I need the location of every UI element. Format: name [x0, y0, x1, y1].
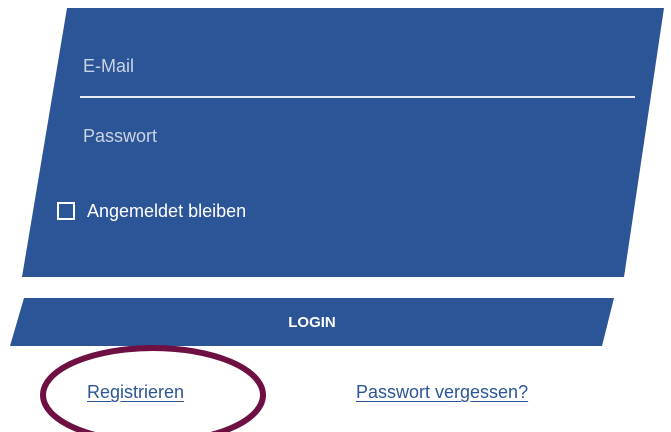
- login-page: Angemeldet bleiben LOGIN Registrieren Pa…: [0, 0, 671, 432]
- login-button[interactable]: LOGIN: [10, 298, 614, 346]
- email-underline: [80, 96, 635, 98]
- register-link[interactable]: Registrieren: [87, 382, 184, 403]
- password-input[interactable]: [80, 114, 620, 158]
- remember-me-checkbox[interactable]: Angemeldet bleiben: [57, 198, 246, 224]
- forgot-password-link[interactable]: Passwort vergessen?: [356, 382, 528, 403]
- checkbox-box-icon[interactable]: [57, 202, 75, 220]
- email-input[interactable]: [80, 44, 634, 88]
- remember-me-label: Angemeldet bleiben: [87, 200, 247, 221]
